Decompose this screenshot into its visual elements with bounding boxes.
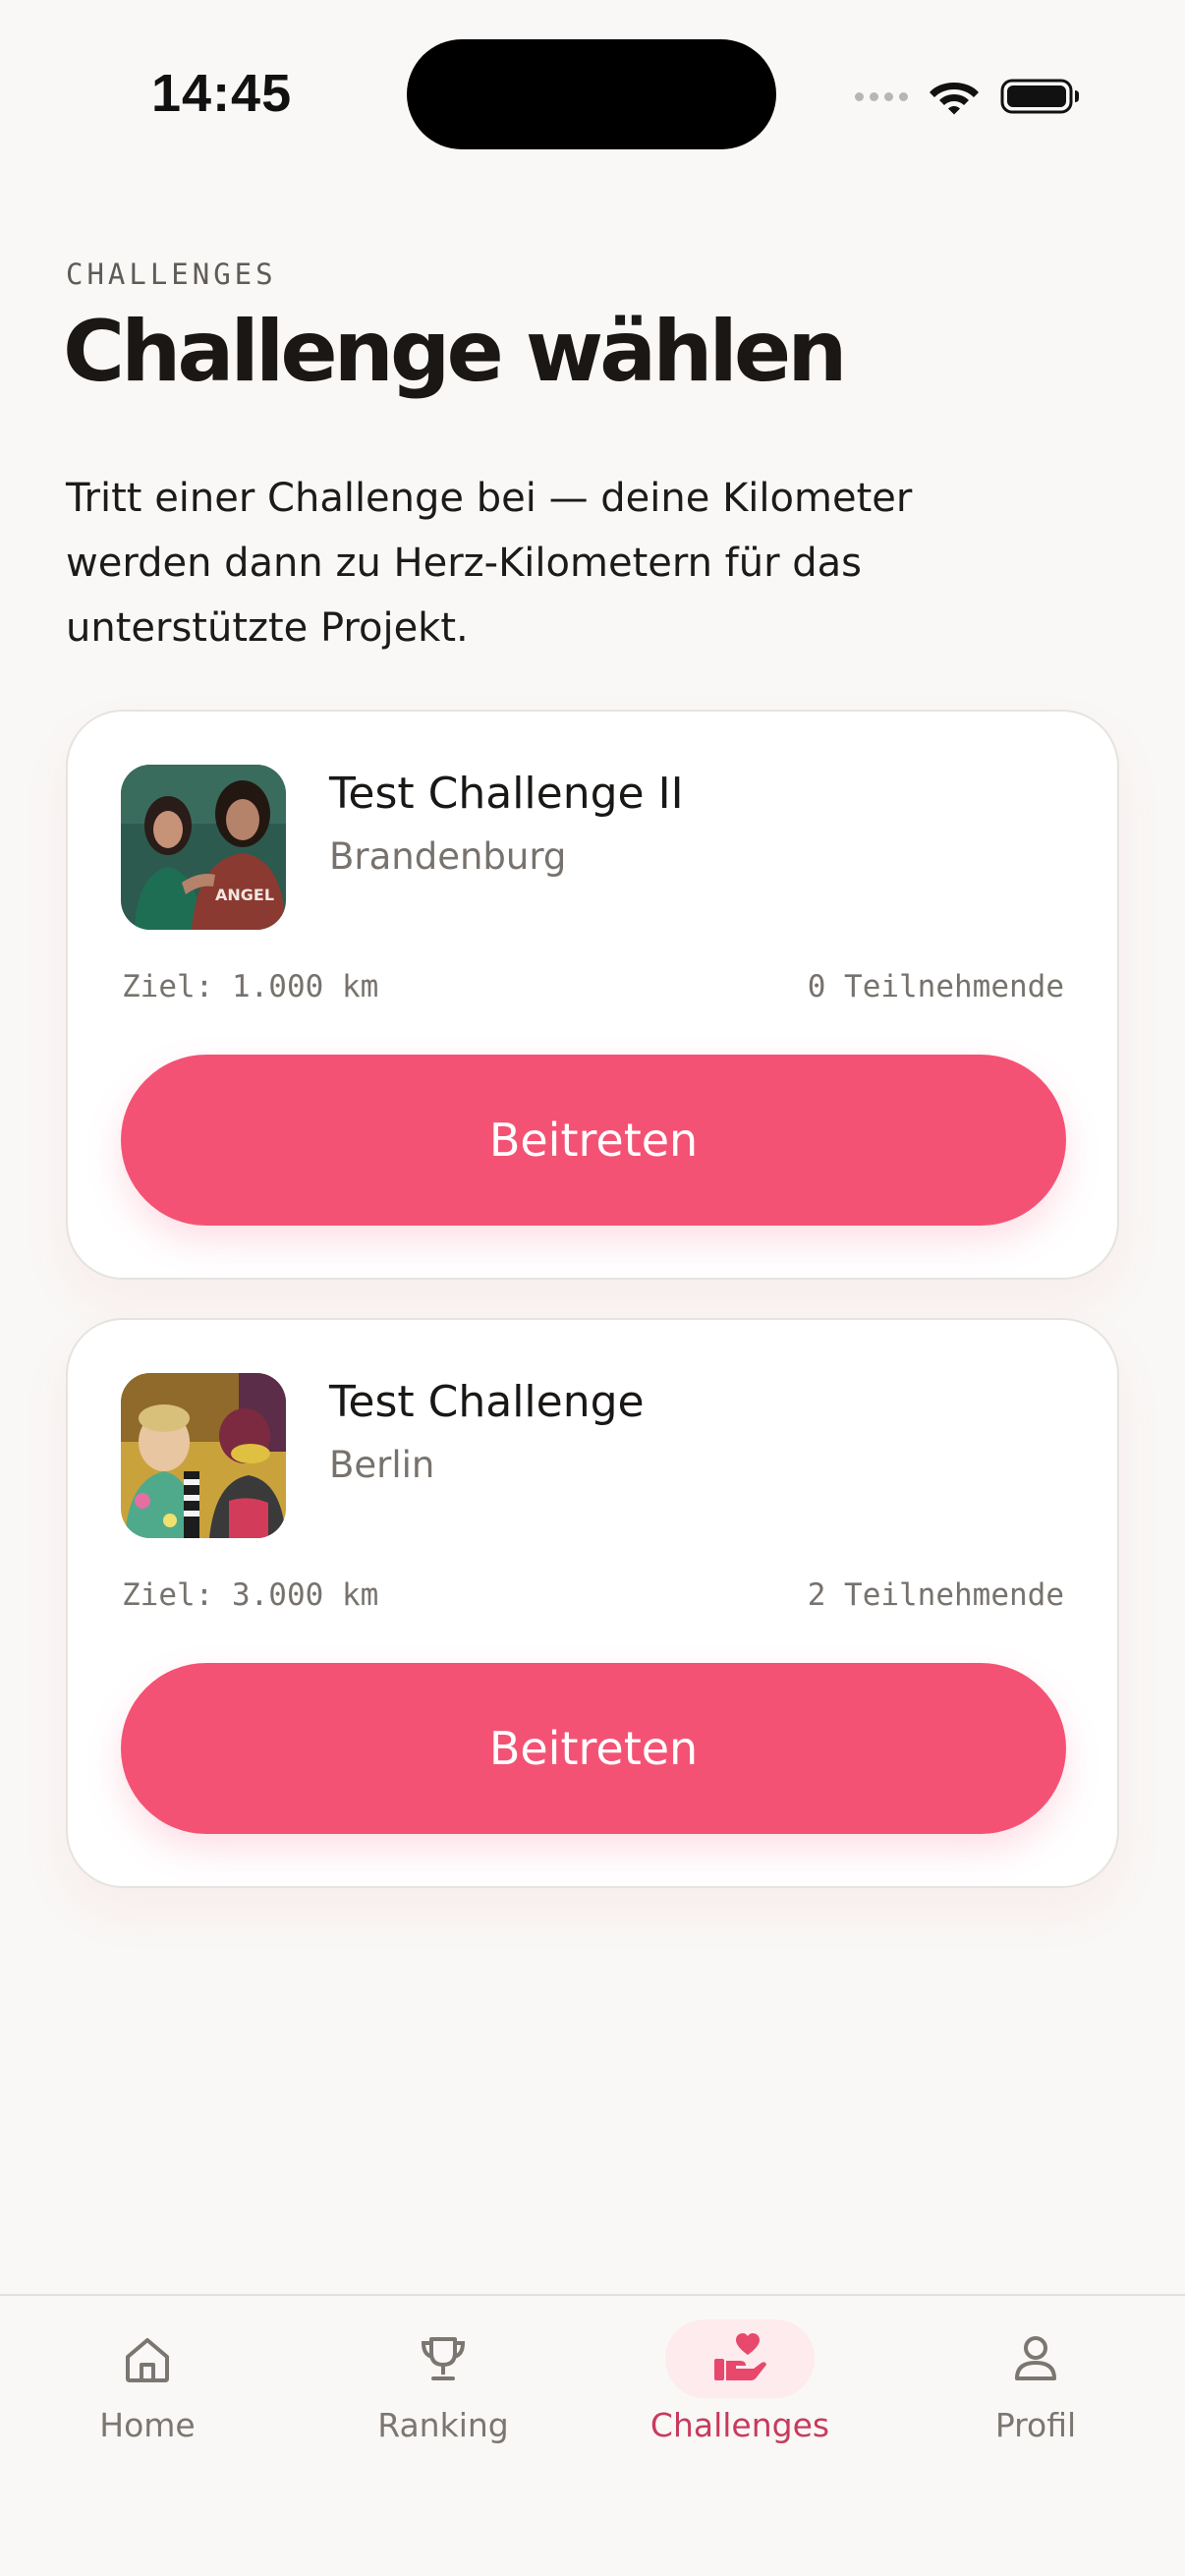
challenge-thumbnail: ANGEL (121, 765, 286, 930)
trophy-icon (368, 2319, 518, 2398)
tab-ranking[interactable]: Ranking (296, 2296, 591, 2492)
status-icons (855, 71, 1081, 122)
challenge-goal: Ziel: 1.000 km (122, 969, 379, 1004)
person-icon (961, 2319, 1110, 2398)
challenge-region: Brandenburg (329, 835, 567, 878)
challenge-card: Test Challenge Berlin Ziel: 3.000 km 2 T… (66, 1318, 1119, 1888)
tab-bar: Home Ranking Challenges Profil (0, 2294, 1185, 2576)
dynamic-island (407, 39, 776, 149)
join-button[interactable]: Beitreten (121, 1663, 1066, 1834)
status-time: 14:45 (151, 64, 293, 123)
heart-hand-icon (665, 2319, 815, 2398)
challenge-card: ANGEL Test Challenge II Brandenburg Ziel… (66, 710, 1119, 1280)
challenge-photo: ANGEL (121, 765, 286, 930)
tab-label: Home (99, 2406, 196, 2444)
home-icon (73, 2319, 222, 2398)
challenge-goal: Ziel: 3.000 km (122, 1577, 379, 1613)
cellular-signal-icon (855, 91, 908, 101)
status-bar: 14:45 (0, 0, 1185, 187)
tab-profile[interactable]: Profil (888, 2296, 1183, 2492)
challenge-region: Berlin (329, 1444, 435, 1486)
battery-icon (1000, 79, 1079, 114)
challenge-photo (121, 1373, 286, 1538)
tab-home[interactable]: Home (0, 2296, 295, 2492)
join-button[interactable]: Beitreten (121, 1055, 1066, 1226)
wifi-icon (930, 83, 979, 115)
section-overline: CHALLENGES (66, 258, 277, 291)
intro-text: Tritt einer Challenge bei — deine Kilome… (66, 476, 913, 651)
tab-label: Ranking (377, 2406, 509, 2444)
challenge-participants: 2 Teilnehmende (807, 1577, 1064, 1613)
tab-label: Challenges (649, 2406, 830, 2444)
page-title: Challenge wählen (63, 303, 847, 401)
tab-challenges[interactable]: Challenges (592, 2296, 887, 2492)
challenge-name: Test Challenge (329, 1377, 645, 1427)
challenge-participants: 0 Teilnehmende (807, 969, 1064, 1004)
svg-text:ANGEL: ANGEL (215, 886, 274, 904)
challenge-name: Test Challenge II (329, 769, 684, 819)
tab-label: Profil (994, 2406, 1077, 2444)
challenge-thumbnail (121, 1373, 286, 1538)
